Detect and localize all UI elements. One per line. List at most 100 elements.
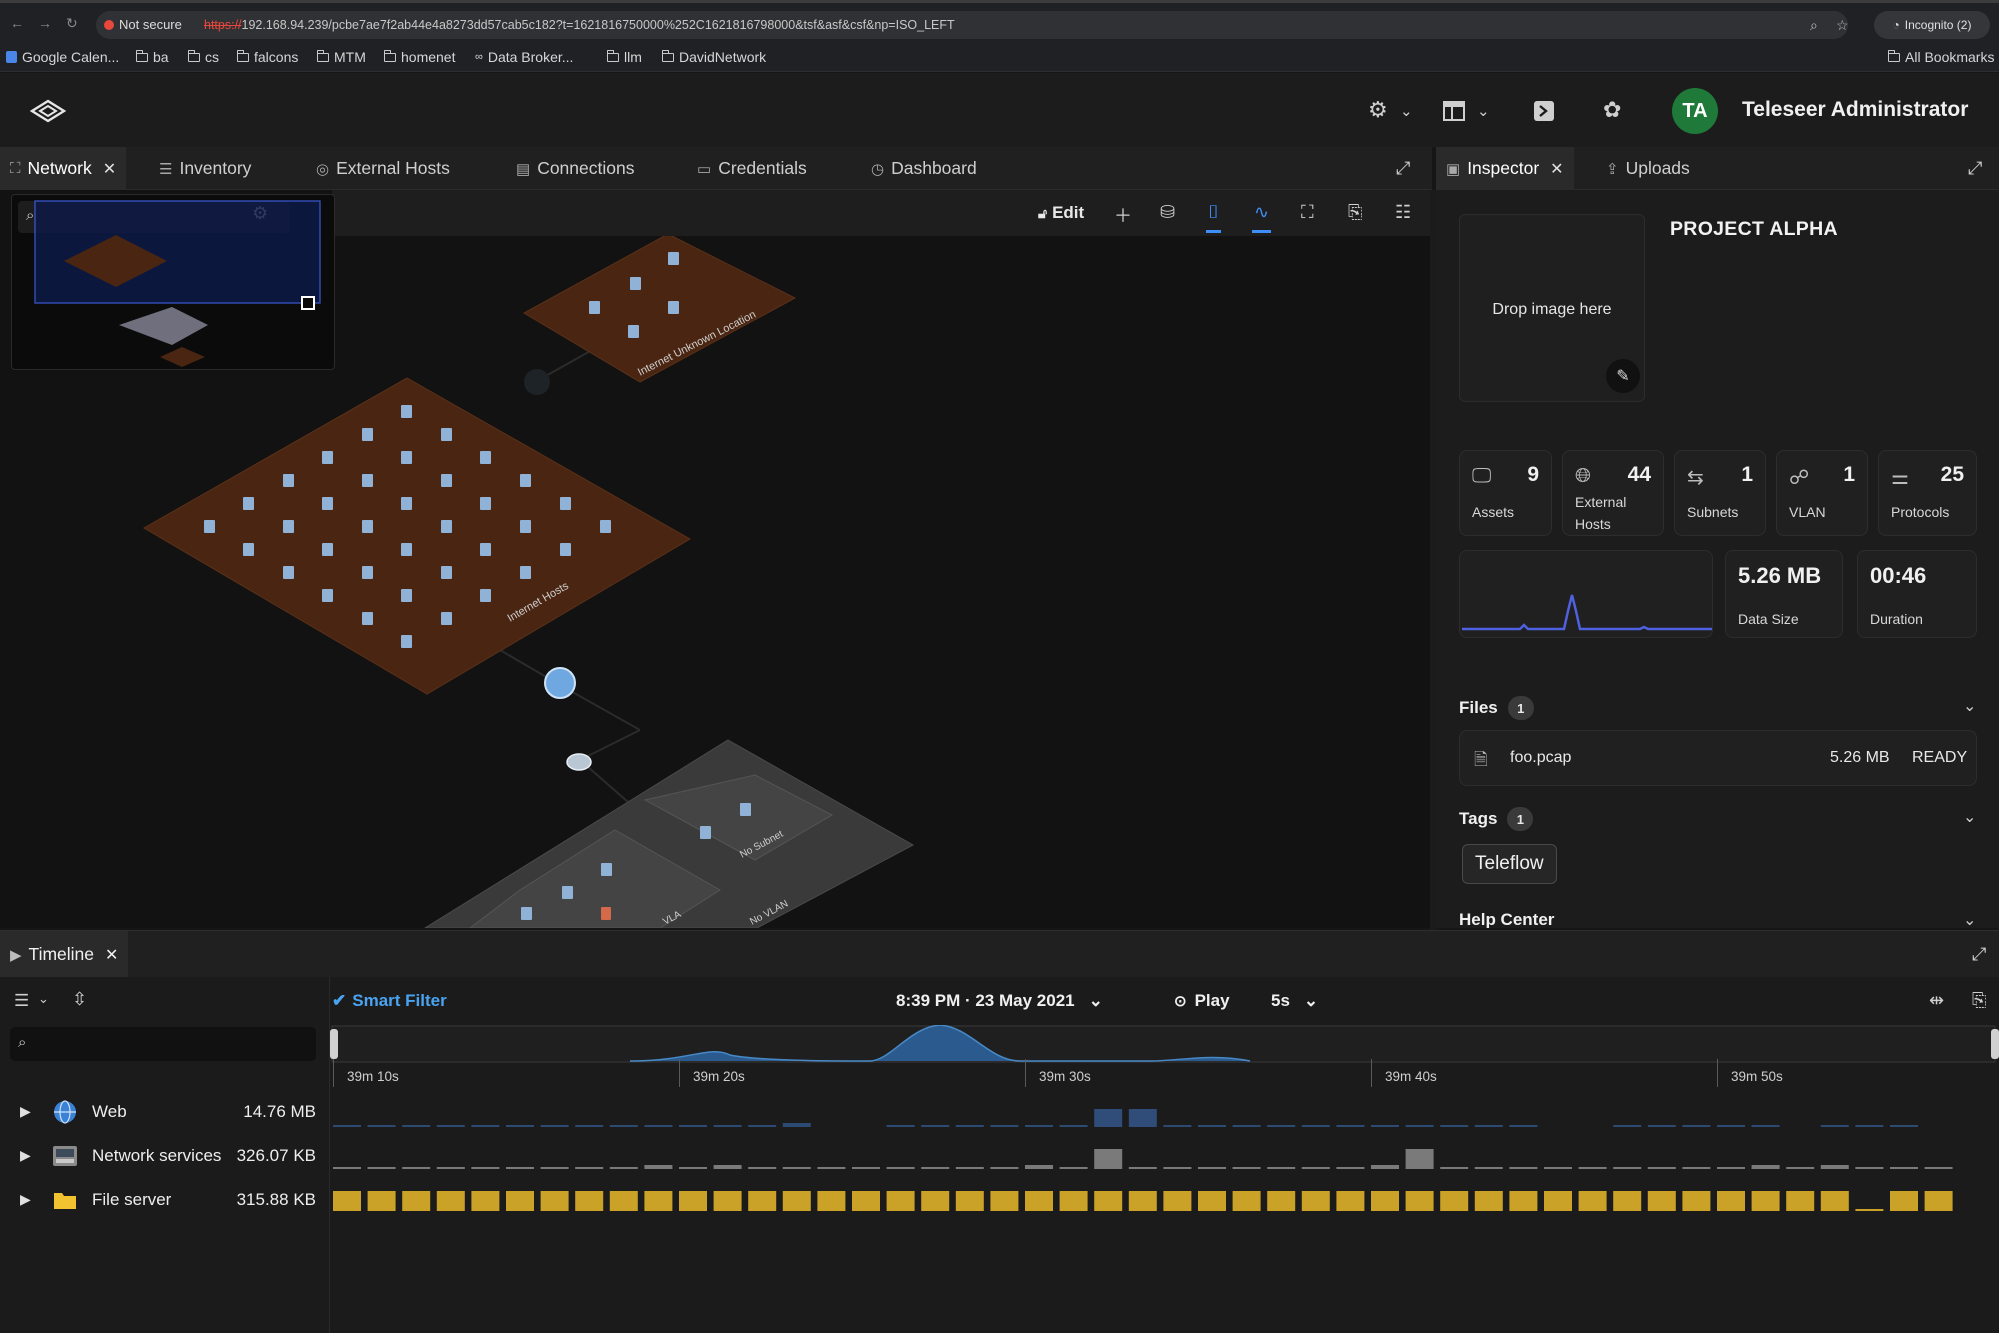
bookmark-cs[interactable]: cs [187, 49, 219, 65]
reload-icon[interactable]: ↻ [66, 15, 78, 32]
data-size-card[interactable]: 5.26 MB Data Size [1725, 550, 1843, 638]
tab-connections[interactable]: ▤ Connections [516, 147, 634, 190]
close-icon[interactable]: ✕ [105, 945, 118, 965]
expand-triangle-icon[interactable]: ▶ [20, 1191, 31, 1208]
brush-handle-right[interactable] [1991, 1029, 1999, 1059]
forward-icon[interactable]: → [38, 15, 52, 31]
files-section-header[interactable]: Files 1 [1459, 696, 1534, 720]
chevron-down-icon[interactable]: ⌄ [1963, 807, 1976, 827]
bookmark-falcons[interactable]: falcons [236, 49, 298, 65]
bookmark-google-calendar[interactable]: Google Calen... [6, 49, 119, 65]
close-icon[interactable]: ✕ [1550, 159, 1563, 179]
tags-section-header[interactable]: Tags 1 [1459, 807, 1534, 831]
links-icon[interactable]: ∿ [1251, 202, 1272, 233]
project-title[interactable]: PROJECT ALPHA [1670, 218, 1838, 241]
chevron-down-icon[interactable]: ⌄ [1963, 910, 1976, 928]
minimap[interactable]: ⌕ ⚙ [11, 194, 335, 370]
zone-no-vlan[interactable]: No Subnet No VLAN VLA [424, 739, 915, 928]
app-logo-icon[interactable] [29, 99, 67, 125]
gear-icon[interactable]: ⚙ [252, 203, 268, 224]
stat-subnets[interactable]: ⇆ 1 Subnets [1674, 450, 1766, 536]
close-icon[interactable]: ✕ [103, 159, 116, 179]
stat-vlan[interactable]: ☍ 1 VLAN [1776, 450, 1868, 536]
filter-network-icon[interactable]: ⛁ [1160, 202, 1175, 223]
canvas-search-input[interactable]: ⌕ [18, 201, 290, 233]
tag-chip[interactable]: Teleflow [1462, 844, 1557, 884]
zone-internet-hosts[interactable]: Internet Hosts [143, 377, 691, 695]
terminal-icon[interactable] [1533, 100, 1555, 122]
router-node[interactable] [524, 369, 550, 395]
help-center-header[interactable]: Help Center [1459, 910, 1554, 928]
avatar[interactable]: TA [1672, 88, 1718, 134]
layout-settings-icon[interactable]: ☷ [1395, 202, 1411, 223]
bookmark-data-broker[interactable]: ∞ Data Broker... [475, 49, 573, 65]
collapse-icon[interactable]: ⇳ [72, 989, 87, 1010]
back-icon[interactable]: ← [10, 15, 24, 31]
user-name[interactable]: Teleseer Administrator [1742, 98, 1968, 122]
chevron-down-icon[interactable]: ⌄ [1477, 102, 1490, 120]
zoom-icon[interactable]: ⌕ [1810, 17, 1818, 34]
tab-external-hosts[interactable]: ◎ External Hosts [316, 147, 450, 190]
chevron-down-icon[interactable]: ⌄ [1400, 102, 1413, 120]
pencil-icon[interactable]: ✎ [1606, 359, 1640, 393]
url-text[interactable]: https://192.168.94.239/pcbe7ae7f2ab44e4a… [204, 18, 955, 32]
smart-filter-button[interactable]: ✔ Smart Filter [332, 991, 447, 1011]
expand-triangle-icon[interactable]: ▶ [20, 1103, 31, 1120]
file-row[interactable]: 🗎︎ foo.pcap 5.26 MB READY [1459, 730, 1977, 786]
brush-handle-left[interactable] [330, 1029, 338, 1059]
stat-assets[interactable]: 🖵︎ 9 Assets [1459, 450, 1552, 536]
bookmark-mtm[interactable]: MTM [316, 49, 366, 65]
stat-external-hosts[interactable]: 🌐︎ 44 External Hosts [1562, 450, 1664, 536]
network-canvas[interactable]: Internet Unknown Location Internet Hosts [0, 190, 1430, 928]
timeline-row-file-server[interactable]: ▶ File server 315.88 KB [20, 1186, 320, 1216]
expand-icon[interactable]: ⤢ [1968, 158, 1982, 179]
group-by-icon[interactable]: ☰ [14, 991, 29, 1011]
speed-selector[interactable]: 5s ⌄ [1271, 991, 1318, 1011]
timeline-overview-brush[interactable] [330, 1025, 1999, 1065]
timeline-search-input[interactable]: ⌕ [10, 1027, 316, 1061]
image-drop-zone[interactable]: Drop image here ✎ [1459, 214, 1645, 402]
fit-width-icon[interactable]: ⇹ [1929, 990, 1944, 1011]
tab-network[interactable]: ⛶ Network ✕ [0, 147, 127, 190]
brain-icon[interactable]: ✿ [1603, 97, 1621, 123]
export-icon[interactable]: ⎘ [1348, 202, 1362, 223]
group-icon[interactable]: ⌷ [1206, 202, 1221, 233]
incognito-badge[interactable]: ◔ Incognito (2) [1874, 11, 1990, 39]
timeline-row-web[interactable]: ▶ Web 14.76 MB [20, 1098, 320, 1128]
tab-dashboard[interactable]: ◷ Dashboard [871, 147, 977, 190]
settings-icon[interactable]: ⚙ [1368, 97, 1388, 123]
fullscreen-icon[interactable]: ⛶ [1301, 202, 1314, 223]
layout-icon[interactable] [1443, 101, 1465, 121]
datetime-selector[interactable]: 8:39 PM · 23 May 2021 ⌄ [896, 991, 1103, 1011]
tab-timeline[interactable]: ▶ Timeline ✕ [0, 931, 129, 978]
bookmark-all[interactable]: All Bookmarks [1887, 49, 1994, 65]
traffic-sparkline[interactable] [1459, 550, 1713, 638]
gateway-node[interactable] [544, 667, 576, 699]
stat-protocols[interactable]: ⚌ 25 Protocols [1878, 450, 1977, 536]
duration-card[interactable]: 00:46 Duration [1857, 550, 1977, 638]
timeline-row-network-services[interactable]: ▶ Network services 326.07 KB [20, 1142, 320, 1172]
edit-button[interactable]: 🔓︎ Edit [1038, 203, 1084, 223]
tab-uploads[interactable]: ⇪ Uploads [1606, 147, 1690, 190]
expand-triangle-icon[interactable]: ▶ [20, 1147, 31, 1164]
play-button[interactable]: ⊙ Play [1174, 991, 1230, 1011]
chevron-down-icon[interactable]: ⌄ [1963, 696, 1976, 716]
export-icon[interactable]: ⎘ [1972, 990, 1986, 1011]
row-size: 326.07 KB [236, 1146, 316, 1165]
expand-icon[interactable]: ⤢ [1396, 158, 1410, 179]
timeline-activity-grid[interactable] [333, 1097, 1973, 1217]
bookmark-ba[interactable]: ba [135, 49, 169, 65]
not-secure-badge[interactable]: Not secure [104, 17, 182, 32]
star-icon[interactable]: ☆ [1836, 17, 1849, 34]
bookmark-homenet[interactable]: homenet [383, 49, 455, 65]
tab-credentials[interactable]: ▭ Credentials [697, 147, 807, 190]
switch-node[interactable] [566, 753, 592, 771]
add-icon[interactable]: ＋ [1114, 202, 1132, 228]
zone-internet-unknown-location[interactable]: Internet Unknown Location [522, 233, 797, 383]
tab-inspector[interactable]: ▣ Inspector ✕ [1436, 147, 1574, 190]
bookmark-llm[interactable]: llm [606, 49, 642, 65]
expand-icon[interactable]: ⤢ [1972, 944, 1986, 965]
chevron-down-icon[interactable]: ⌄ [38, 991, 49, 1007]
bookmark-davidnetwork[interactable]: DavidNetwork [661, 49, 766, 65]
tab-inventory[interactable]: ☰ Inventory [159, 147, 251, 190]
